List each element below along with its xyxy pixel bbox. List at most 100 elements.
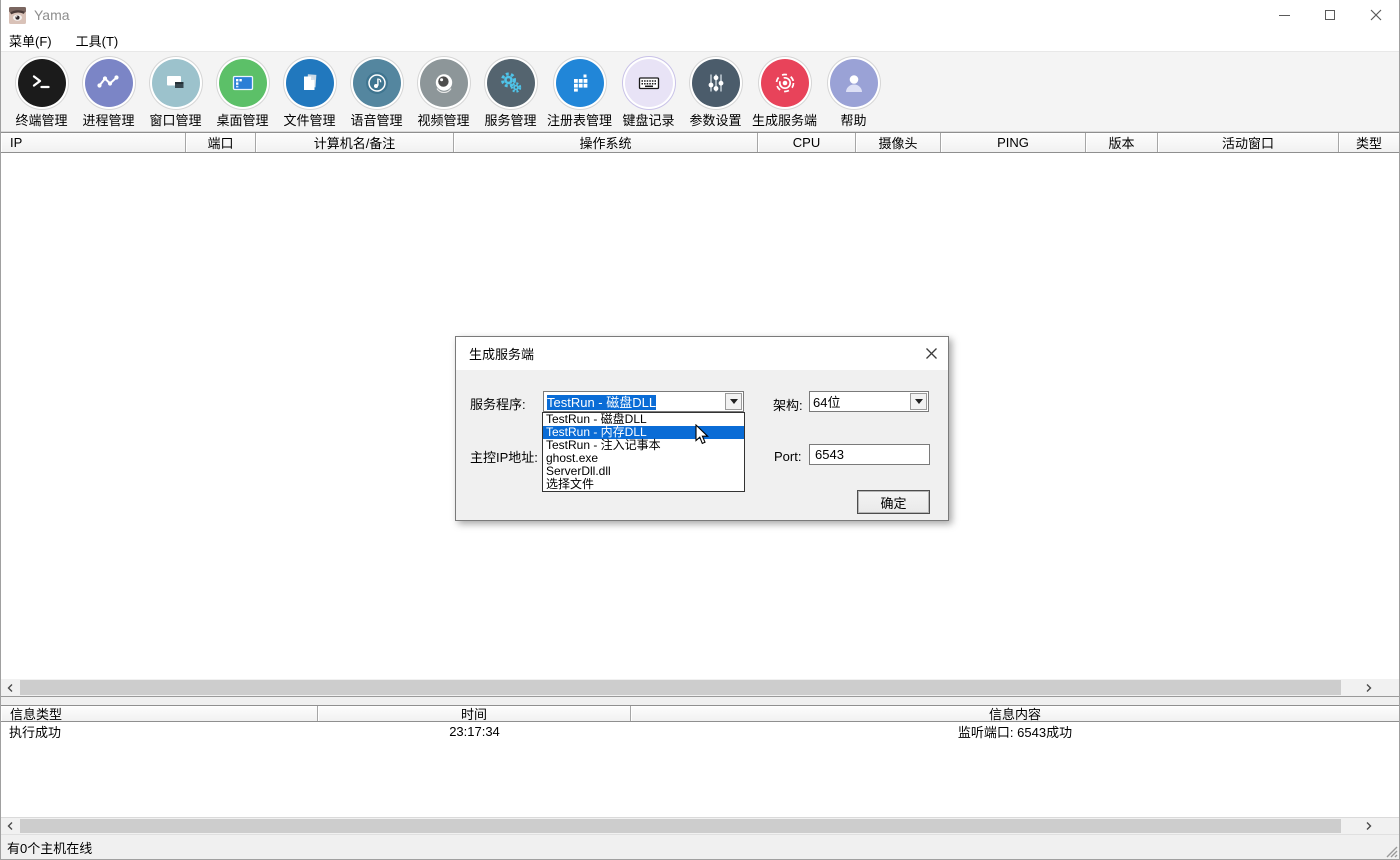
column-header-message-content[interactable]: 信息内容 bbox=[631, 706, 1399, 721]
close-icon bbox=[925, 347, 938, 360]
toolbar-button-services[interactable]: 服务管理 bbox=[477, 56, 544, 129]
toolbar-label: 进程管理 bbox=[82, 110, 134, 129]
mouse-cursor-icon bbox=[695, 424, 709, 445]
maximize-icon bbox=[1325, 10, 1335, 20]
toolbar-label: 桌面管理 bbox=[216, 110, 268, 129]
maximize-button[interactable] bbox=[1307, 0, 1353, 30]
toolbar-label: 终端管理 bbox=[15, 110, 67, 129]
toolbar-button-help[interactable]: 帮助 bbox=[820, 56, 887, 129]
column-header-version[interactable]: 版本 bbox=[1086, 133, 1158, 152]
toolbar-button-audio[interactable]: 语音管理 bbox=[343, 56, 410, 129]
column-header-type[interactable]: 类型 bbox=[1339, 133, 1399, 152]
service-program-combobox[interactable]: TestRun - 磁盘DLL bbox=[543, 391, 744, 412]
toolbar-label: 参数设置 bbox=[689, 110, 741, 129]
status-text: 有0个主机在线 bbox=[7, 838, 92, 857]
toolbar-button-terminal[interactable]: 终端管理 bbox=[8, 56, 75, 129]
toolbar-label: 注册表管理 bbox=[547, 110, 612, 129]
log-content: 监听端口: 6543成功 bbox=[631, 722, 1399, 741]
column-header-camera[interactable]: 摄像头 bbox=[856, 133, 941, 152]
terminal-icon bbox=[18, 59, 66, 107]
toolbar-button-video[interactable]: 视频管理 bbox=[410, 56, 477, 129]
column-header-computer-name[interactable]: 计算机名/备注 bbox=[256, 133, 454, 152]
file-icon bbox=[286, 59, 334, 107]
dialog-titlebar: 生成服务端 bbox=[456, 337, 948, 370]
arch-label: 架构: bbox=[773, 395, 803, 414]
toolbar-button-registry[interactable]: 注册表管理 bbox=[544, 56, 615, 129]
combo-dropdown-button[interactable] bbox=[725, 393, 742, 410]
column-header-os[interactable]: 操作系统 bbox=[454, 133, 758, 152]
service-program-dropdown-list: TestRun - 磁盘DLL TestRun - 内存DLL TestRun … bbox=[542, 412, 745, 492]
chevron-down-icon bbox=[730, 399, 738, 404]
hosts-horizontal-scrollbar[interactable] bbox=[1, 679, 1399, 696]
toolbar-button-generate-server[interactable]: 生成服务端 bbox=[749, 56, 820, 129]
service-program-value: TestRun - 磁盘DLL bbox=[547, 395, 656, 410]
resize-grip-icon[interactable] bbox=[1384, 844, 1398, 858]
column-header-time[interactable]: 时间 bbox=[318, 706, 631, 721]
column-header-active-window[interactable]: 活动窗口 bbox=[1158, 133, 1339, 152]
toolbar-button-keylogger[interactable]: 键盘记录 bbox=[615, 56, 682, 129]
toolbar-button-windows[interactable]: 窗口管理 bbox=[142, 56, 209, 129]
params-icon bbox=[692, 59, 740, 107]
toolbar-label: 窗口管理 bbox=[149, 110, 201, 129]
toolbar-button-settings[interactable]: 参数设置 bbox=[682, 56, 749, 129]
toolbar-button-files[interactable]: 文件管理 bbox=[276, 56, 343, 129]
port-input[interactable]: 6543 bbox=[809, 444, 930, 465]
hosts-table-header: IP 端口 计算机名/备注 操作系统 CPU 摄像头 PING 版本 活动窗口 … bbox=[1, 132, 1399, 153]
ok-button[interactable]: 确定 bbox=[857, 490, 930, 514]
app-logo-icon bbox=[9, 7, 26, 24]
master-ip-label: 主控IP地址: bbox=[470, 447, 538, 466]
log-horizontal-scrollbar[interactable] bbox=[1, 817, 1399, 834]
toolbar: 终端管理 进程管理 窗口管理 桌面管理 文件管理 bbox=[1, 52, 1399, 132]
minimize-button[interactable] bbox=[1261, 0, 1307, 30]
log-table-header: 信息类型 时间 信息内容 bbox=[1, 705, 1399, 722]
audio-icon bbox=[353, 59, 401, 107]
column-header-message-type[interactable]: 信息类型 bbox=[1, 706, 318, 721]
log-row[interactable]: 执行成功 23:17:34 监听端口: 6543成功 bbox=[1, 722, 1399, 740]
menu-item-tools[interactable]: 工具(T) bbox=[76, 31, 119, 50]
chevron-down-icon bbox=[915, 399, 923, 404]
services-icon bbox=[487, 59, 535, 107]
scroll-left-icon[interactable] bbox=[1, 679, 18, 696]
arch-combobox[interactable]: 64位 bbox=[809, 391, 929, 412]
log-list-area: 执行成功 23:17:34 监听端口: 6543成功 bbox=[1, 722, 1399, 817]
toolbar-label: 语音管理 bbox=[350, 110, 402, 129]
combo-dropdown-button[interactable] bbox=[910, 393, 927, 410]
dialog-title: 生成服务端 bbox=[469, 344, 534, 363]
close-button[interactable] bbox=[1353, 0, 1399, 30]
scroll-right-icon[interactable] bbox=[1360, 679, 1377, 696]
help-icon bbox=[830, 59, 878, 107]
window-icon bbox=[152, 59, 200, 107]
log-type: 执行成功 bbox=[1, 722, 318, 741]
service-program-label: 服务程序: bbox=[470, 394, 526, 413]
toolbar-label: 视频管理 bbox=[417, 110, 469, 129]
statusbar: 有0个主机在线 bbox=[1, 834, 1399, 859]
dialog-close-button[interactable] bbox=[914, 337, 948, 370]
toolbar-button-desktop[interactable]: 桌面管理 bbox=[209, 56, 276, 129]
arch-value: 64位 bbox=[810, 392, 840, 411]
registry-icon bbox=[556, 59, 604, 107]
minimize-icon bbox=[1279, 15, 1290, 16]
panel-splitter[interactable] bbox=[1, 696, 1399, 705]
video-icon bbox=[420, 59, 468, 107]
toolbar-label: 帮助 bbox=[840, 110, 866, 129]
keyboard-icon bbox=[625, 59, 673, 107]
dropdown-item[interactable]: 选择文件 bbox=[543, 478, 744, 491]
toolbar-label: 键盘记录 bbox=[622, 110, 674, 129]
generate-server-icon bbox=[761, 59, 809, 107]
window-title: Yama bbox=[34, 7, 70, 23]
titlebar: Yama bbox=[1, 0, 1399, 30]
scrollbar-thumb[interactable] bbox=[20, 819, 1341, 833]
toolbar-label: 服务管理 bbox=[484, 110, 536, 129]
column-header-port[interactable]: 端口 bbox=[186, 133, 256, 152]
column-header-ip[interactable]: IP bbox=[1, 133, 186, 152]
column-header-cpu[interactable]: CPU bbox=[758, 133, 856, 152]
column-header-ping[interactable]: PING bbox=[941, 133, 1086, 152]
toolbar-label: 文件管理 bbox=[283, 110, 335, 129]
menu-item-menu[interactable]: 菜单(F) bbox=[9, 31, 52, 50]
scrollbar-thumb[interactable] bbox=[20, 680, 1341, 695]
scroll-left-icon[interactable] bbox=[1, 818, 18, 835]
close-icon bbox=[1370, 9, 1382, 21]
menubar: 菜单(F) 工具(T) bbox=[1, 30, 1399, 52]
toolbar-button-process[interactable]: 进程管理 bbox=[75, 56, 142, 129]
scroll-right-icon[interactable] bbox=[1360, 818, 1377, 835]
